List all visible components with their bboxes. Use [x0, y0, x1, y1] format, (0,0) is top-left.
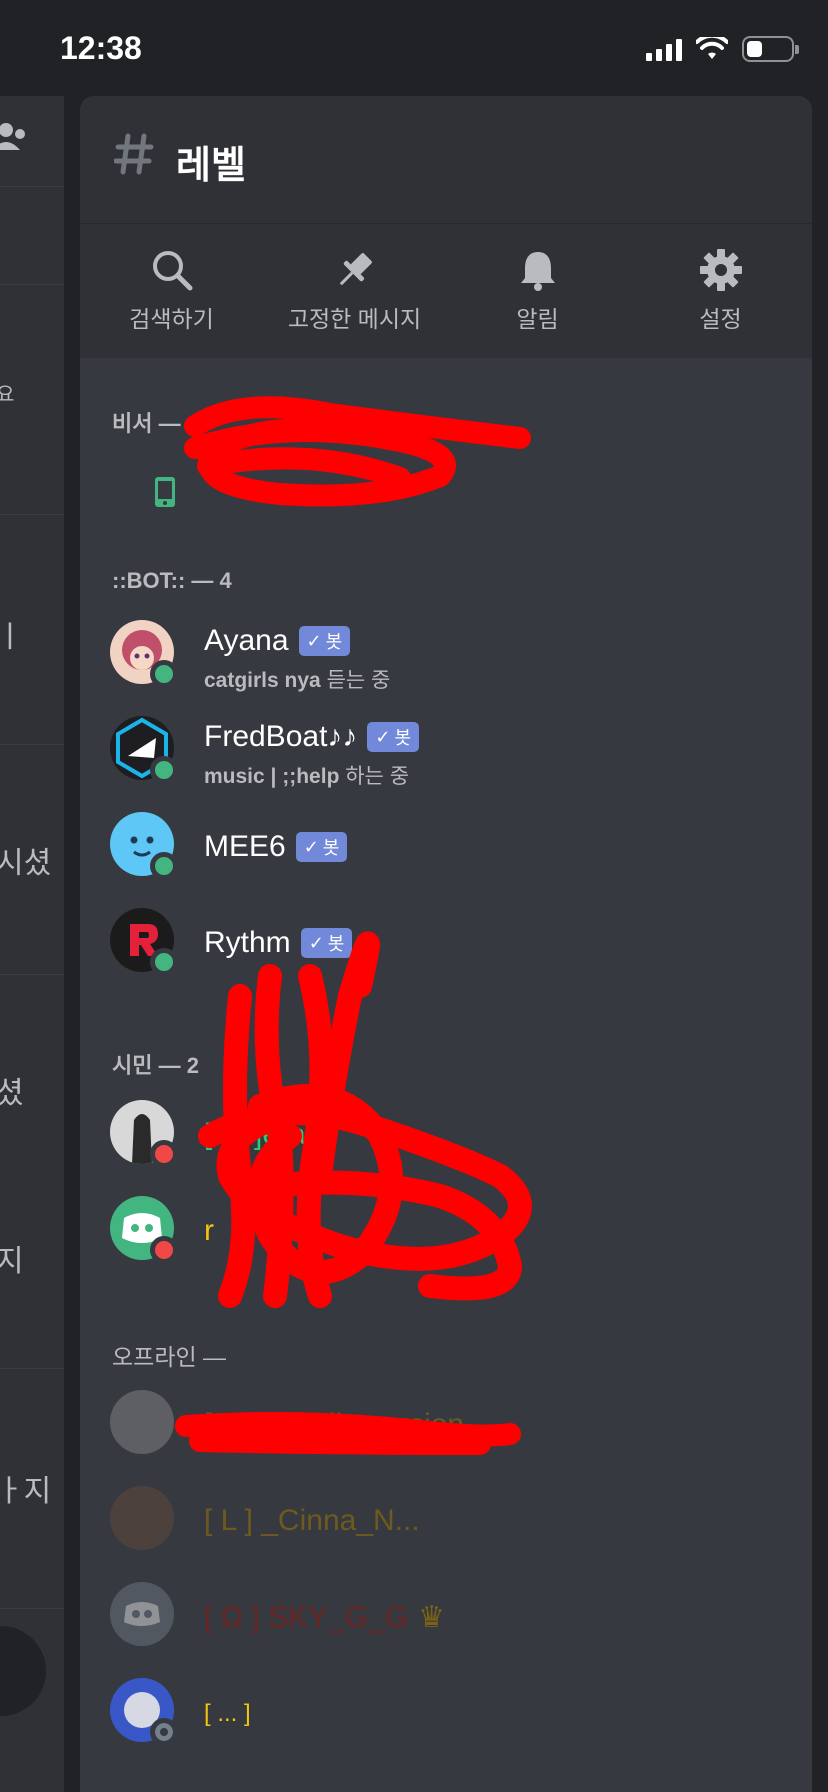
member-name: MEE6 [204, 830, 286, 863]
channel-fragment: 셨 [0, 1077, 24, 1110]
member-name: [ ... ] [204, 1700, 251, 1727]
check-icon: ✓ [303, 836, 319, 857]
member-row[interactable]: Ayana ✓ 봇 catgirls nya 듣는 중 [110, 620, 790, 692]
member-name: Ayana [204, 624, 289, 657]
member-name: [ Ω ] SKY_G_G [204, 1600, 409, 1634]
member-name: FredBoat♪♪ [204, 720, 358, 753]
channel-fragment: 지 [0, 1245, 24, 1278]
member-name: r [204, 1214, 214, 1247]
check-icon: ✓ [375, 726, 391, 747]
battery-icon [742, 36, 799, 62]
notifications-button[interactable]: 알림 [446, 224, 629, 358]
members-icon[interactable] [0, 120, 30, 154]
crown-icon: ♛ [418, 1601, 446, 1634]
notifications-label: 알림 [516, 306, 559, 332]
avatar [110, 1486, 174, 1550]
online-status-icon [150, 660, 178, 688]
member-name: [ ... ] Mobile version [204, 1408, 465, 1441]
channel-fragment: ㅏ지 [0, 1475, 52, 1508]
channel-toolbar: 검색하기 고정한 메시지 알림 설정 [80, 224, 812, 358]
wifi-icon [696, 37, 728, 59]
online-status-icon [150, 948, 178, 976]
channel-header: 레벨 [80, 96, 812, 224]
channel-fragment: 시셨 [0, 847, 52, 880]
cellular-signal-icon [646, 37, 682, 61]
status-time: 12:38 [60, 30, 142, 66]
member-name: Rythm [204, 926, 291, 959]
section-header-bot: ::BOT:: — 4 [112, 568, 232, 593]
section-header-citizen: 시민 — 2 [112, 1053, 199, 1078]
pin-icon [339, 253, 372, 286]
status-icons [646, 36, 799, 62]
channel-detail-panel: 레벨 검색하기 고정한 메시지 알림 설정 비서 — 1::BOT:: — 4… [80, 96, 812, 1792]
member-row[interactable]: [ L ] _Cinna_N... [110, 1486, 790, 1556]
bot-badge: ✓ 봇 [295, 832, 348, 862]
member-activity: music | ;;help 하는 중 [204, 765, 410, 788]
offline-status-icon [150, 1718, 178, 1746]
hashtag-icon [114, 133, 154, 175]
member-row[interactable] [110, 464, 790, 534]
avatar [110, 1390, 174, 1454]
bot-badge: ✓ 봇 [298, 626, 351, 656]
search-button[interactable]: 검색하기 [80, 224, 263, 358]
user-avatar[interactable] [0, 1626, 46, 1716]
online-status-icon [150, 852, 178, 880]
gear-icon [699, 249, 742, 291]
settings-button[interactable]: 설정 [629, 224, 812, 358]
member-row[interactable]: Rythm ✓ 봇 [110, 908, 790, 978]
mobile-icon [155, 477, 175, 507]
member-row[interactable]: [ Ω ] SKY_G_G ♛ [110, 1582, 790, 1652]
check-icon: ✓ [306, 630, 322, 651]
member-row[interactable]: FredBoat♪♪ ✓ 봇 music | ;;help 하는 중 [110, 716, 790, 788]
dnd-status-icon [150, 1140, 178, 1168]
member-name: [ L ] _Cinna_N... [204, 1504, 420, 1537]
section-header-offline: 오프라인 — [112, 1344, 227, 1370]
bell-icon [520, 252, 555, 291]
settings-label: 설정 [699, 306, 742, 332]
member-row[interactable]: MEE6 ✓ 봇 [110, 812, 790, 882]
search-label: 검색하기 [129, 306, 214, 332]
member-row[interactable]: [ ... ] [110, 1678, 790, 1748]
channel-fragment: ㅣ [0, 621, 24, 654]
avatar [110, 1582, 174, 1646]
search-icon [152, 251, 192, 291]
member-name: [ ... ]erard [204, 1118, 333, 1151]
member-activity: catgirls nya 듣는 중 [204, 669, 391, 692]
pinned-messages-button[interactable]: 고정한 메시지 [263, 224, 446, 358]
dnd-status-icon [150, 1236, 178, 1264]
check-icon: ✓ [308, 932, 324, 953]
bot-badge: ✓ 봇 [300, 928, 353, 958]
channel-list-panel[interactable]: 요 ㅣ 시셨 셨 지 ㅏ지 [0, 96, 64, 1792]
section-header-secretary: 비서 — 1 [112, 411, 199, 436]
bot-badge: ✓ 봇 [367, 722, 420, 752]
status-bar: 12:38 [0, 0, 828, 96]
channel-fragment: 요 [0, 384, 15, 406]
member-row[interactable]: [ ... ] Mobile version [110, 1390, 790, 1460]
pinned-messages-label: 고정한 메시지 [287, 306, 422, 332]
member-row[interactable]: [ ... ]erard [110, 1100, 790, 1170]
channel-title: 레벨 [176, 145, 246, 187]
online-status-icon [150, 756, 178, 784]
member-row[interactable]: r [110, 1196, 790, 1266]
